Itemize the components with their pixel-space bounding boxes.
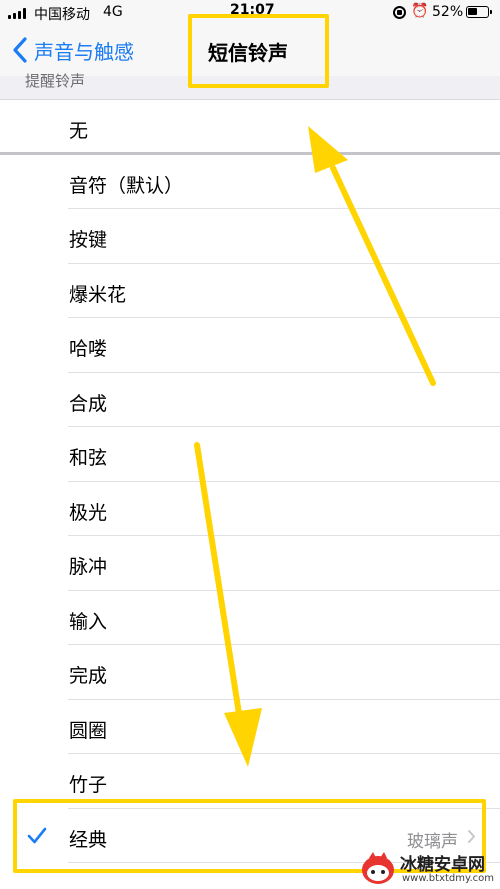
list-item[interactable]: 输入 — [0, 591, 500, 646]
battery-percentage: 52% — [432, 4, 464, 20]
tone-label: 无 — [69, 120, 89, 142]
tone-label: 合成 — [69, 392, 108, 415]
tone-label: 爆米花 — [69, 283, 127, 306]
battery-icon — [466, 6, 492, 18]
highlight-box-title — [188, 14, 329, 88]
list-item[interactable]: 和弦 — [0, 427, 500, 482]
tone-label: 按键 — [69, 229, 108, 251]
tone-label: 脉冲 — [69, 556, 108, 578]
list-item[interactable]: 按键 — [0, 209, 500, 264]
network-type: 4G — [103, 4, 123, 20]
tone-label: 完成 — [69, 665, 108, 687]
tone-label: 输入 — [69, 610, 108, 633]
list-item[interactable]: 完成 — [0, 645, 500, 700]
list-item[interactable]: 音符（默认） — [0, 155, 500, 210]
orientation-lock-icon — [393, 6, 406, 19]
watermark: 冰糖安卓网 www.btxtdmy.com — [360, 848, 500, 889]
list-item[interactable]: 脉冲 — [0, 536, 500, 591]
list-item[interactable]: 圆圈 — [0, 700, 500, 755]
signal-strength-icon — [8, 8, 26, 19]
tone-label: 哈喽 — [69, 338, 108, 360]
section-header-label: 提醒铃声 — [25, 72, 86, 90]
tone-label: 圆圈 — [69, 719, 108, 742]
alarm-icon: ⏰ — [411, 3, 429, 19]
list-item[interactable]: 哈喽 — [0, 318, 500, 373]
watermark-logo-icon — [362, 852, 394, 884]
tone-label: 和弦 — [69, 447, 108, 469]
chevron-left-icon — [13, 37, 27, 63]
list-item[interactable]: 极光 — [0, 482, 500, 537]
tone-label: 竹子 — [69, 774, 108, 796]
list-item[interactable]: 无 — [0, 100, 500, 155]
watermark-url: www.btxtdmy.com — [402, 873, 495, 884]
tone-list: 无 音符（默认） 按键 爆米花 哈喽 合成 和弦 极光 脉冲 输入 完成 圆圈 … — [0, 100, 500, 863]
tone-label: 音符（默认） — [69, 174, 184, 197]
list-item[interactable]: 爆米花 — [0, 264, 500, 319]
watermark-name: 冰糖安卓网 — [400, 855, 485, 875]
list-item[interactable]: 合成 — [0, 373, 500, 428]
tone-label: 极光 — [69, 501, 108, 524]
back-button[interactable]: 声音与触感 — [12, 35, 134, 65]
back-button-label: 声音与触感 — [34, 39, 134, 64]
carrier-name: 中国移动 — [34, 7, 90, 23]
